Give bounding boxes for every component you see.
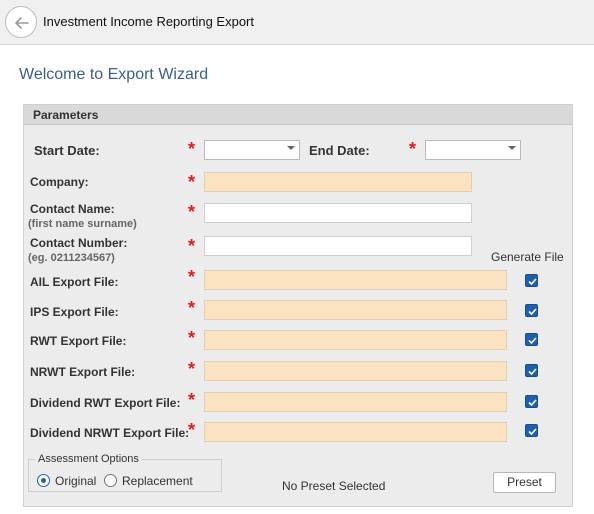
required-marker: * <box>188 172 196 192</box>
contact-number-field[interactable] <box>204 236 472 256</box>
ips-export-label: IPS Export File: <box>30 305 119 319</box>
company-label: Company: <box>30 175 89 189</box>
nrwt-generate-checkbox[interactable] <box>525 364 538 377</box>
radio-original-label[interactable]: Original <box>55 474 96 488</box>
dividend-rwt-export-label: Dividend RWT Export File: <box>30 396 181 410</box>
window-title: Investment Income Reporting Export <box>43 14 254 29</box>
panel-title: Parameters <box>33 108 99 122</box>
contact-name-hint: (first name surname) <box>28 218 137 230</box>
contact-name-label: Contact Name: <box>30 202 115 216</box>
required-marker: * <box>188 139 196 159</box>
required-marker: * <box>188 420 196 440</box>
check-icon <box>528 308 537 316</box>
contact-number-label: Contact Number: <box>30 236 128 250</box>
panel-header: Parameters <box>24 105 572 125</box>
ail-generate-checkbox[interactable] <box>525 274 538 287</box>
end-date-dropdown[interactable] <box>425 140 521 160</box>
required-marker: * <box>188 359 196 379</box>
radio-replacement-label[interactable]: Replacement <box>122 474 193 488</box>
chevron-down-icon <box>287 146 295 150</box>
contact-number-hint: (eg. 0211234567) <box>28 252 115 264</box>
required-marker: * <box>188 298 196 318</box>
radio-replacement[interactable] <box>104 474 117 487</box>
check-icon <box>528 428 537 436</box>
dividend-nrwt-generate-checkbox[interactable] <box>525 424 538 437</box>
chevron-down-icon <box>508 146 516 150</box>
required-marker: * <box>188 202 196 222</box>
dividend-nrwt-export-field[interactable] <box>204 422 507 442</box>
required-marker: * <box>409 139 417 159</box>
ips-generate-checkbox[interactable] <box>525 304 538 317</box>
nrwt-export-field[interactable] <box>204 361 507 381</box>
company-field[interactable] <box>204 172 472 192</box>
start-date-dropdown[interactable] <box>204 140 300 160</box>
rwt-generate-checkbox[interactable] <box>525 333 538 346</box>
preset-button[interactable]: Preset <box>493 472 556 493</box>
check-icon <box>528 337 537 345</box>
generate-file-header: Generate File <box>491 250 564 264</box>
required-marker: * <box>188 267 196 287</box>
rwt-export-field[interactable] <box>204 330 507 350</box>
dividend-rwt-generate-checkbox[interactable] <box>525 395 538 408</box>
page-title: Welcome to Export Wizard <box>19 66 209 83</box>
dividend-rwt-export-field[interactable] <box>204 392 507 412</box>
ail-export-field[interactable] <box>204 270 507 290</box>
back-button[interactable] <box>5 6 37 38</box>
dividend-nrwt-export-label: Dividend NRWT Export File: <box>30 426 190 440</box>
preset-status: No Preset Selected <box>282 479 386 493</box>
nrwt-export-label: NRWT Export File: <box>30 365 136 379</box>
required-marker: * <box>188 328 196 348</box>
check-icon <box>528 278 537 286</box>
title-bar: Investment Income Reporting Export <box>0 0 594 45</box>
contact-name-field[interactable] <box>204 203 472 223</box>
radio-original[interactable] <box>37 474 50 487</box>
check-icon <box>528 399 537 407</box>
required-marker: * <box>188 390 196 410</box>
start-date-label: Start Date: <box>34 143 100 158</box>
end-date-label: End Date: <box>309 143 370 158</box>
assessment-options-title: Assessment Options <box>35 453 142 465</box>
check-icon <box>528 368 537 376</box>
arrow-left-icon <box>15 17 29 29</box>
ail-export-label: AIL Export File: <box>30 275 119 289</box>
ips-export-field[interactable] <box>204 300 507 320</box>
rwt-export-label: RWT Export File: <box>30 334 127 348</box>
required-marker: * <box>188 236 196 256</box>
